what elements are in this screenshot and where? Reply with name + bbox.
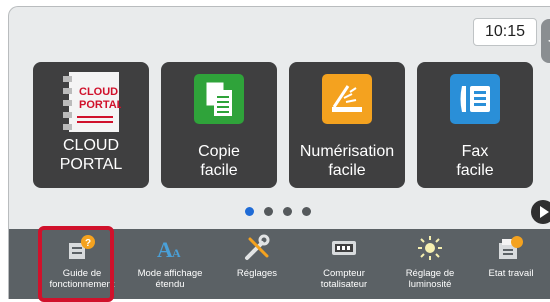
tile-label-line2: facile <box>200 162 238 179</box>
device-frame: 10:15 ◀ CLOUD PORTAL CLOUD PORTAL <box>0 0 550 302</box>
fax-icon <box>450 74 500 124</box>
svg-text:A: A <box>172 246 181 260</box>
tile-label-line1: Numérisation <box>299 143 395 160</box>
cloud-portal-icon: CLOUD PORTAL <box>63 72 121 132</box>
side-panel-toggle[interactable]: ◀ <box>541 19 550 63</box>
tile-label-line2: facile <box>328 162 366 179</box>
page-dot[interactable] <box>283 207 292 216</box>
cloud-logo-line2: PORTAL <box>79 99 121 111</box>
page-dot[interactable] <box>264 207 273 216</box>
scan-icon <box>322 74 372 124</box>
svg-text:A: A <box>157 237 173 262</box>
shortcut-enlarged-display[interactable]: A A Mode affichage étendu <box>127 229 213 299</box>
highlight-frame <box>38 226 114 302</box>
shortcut-label-line1: Etat travail <box>488 268 534 279</box>
tools-icon <box>245 234 270 260</box>
shortcut-settings[interactable]: Réglages <box>214 229 300 299</box>
shortcut-label-line2: luminosité <box>408 279 452 290</box>
tile-label: CLOUD PORTAL <box>59 137 123 173</box>
tile-label-line1: Copie <box>198 143 240 160</box>
shortcut-label-line1: Mode affichage <box>137 268 203 279</box>
brightness-icon <box>418 236 442 260</box>
tile-easy-fax[interactable]: Fax facile <box>417 62 533 188</box>
shortcut-job-status[interactable]: Etat travail <box>468 229 550 299</box>
shortcut-label-line1: Réglage de <box>405 268 455 279</box>
shortcut-label-line1: Compteur <box>323 268 365 279</box>
job-status-icon <box>499 236 523 259</box>
tile-label-line1: Fax <box>461 143 489 160</box>
shortcut-total-count[interactable]: Compteur totalisateur <box>301 229 387 299</box>
shortcut-brightness[interactable]: Réglage de luminosité <box>387 229 473 299</box>
clock-display: 10:15 <box>473 18 537 46</box>
tile-easy-scan[interactable]: Numérisation facile <box>289 62 405 188</box>
enlarged-display-icon: A A <box>157 237 181 262</box>
cloud-logo-line1: CLOUD <box>79 86 118 98</box>
copy-icon <box>194 74 244 124</box>
page-dot-active[interactable] <box>245 207 254 216</box>
shortcut-label-line1: Réglages <box>236 268 278 279</box>
play-arrow-icon <box>540 206 549 218</box>
counter-icon <box>332 241 356 255</box>
next-page-button[interactable] <box>531 200 550 224</box>
page-dot[interactable] <box>302 207 311 216</box>
tile-cloud-portal[interactable]: CLOUD PORTAL CLOUD PORTAL <box>33 62 149 188</box>
shortcut-label-line2: totalisateur <box>320 279 368 290</box>
tile-easy-copy[interactable]: Copie facile <box>161 62 277 188</box>
tile-label-line2: facile <box>456 162 494 179</box>
shortcut-label-line2: étendu <box>155 279 185 290</box>
